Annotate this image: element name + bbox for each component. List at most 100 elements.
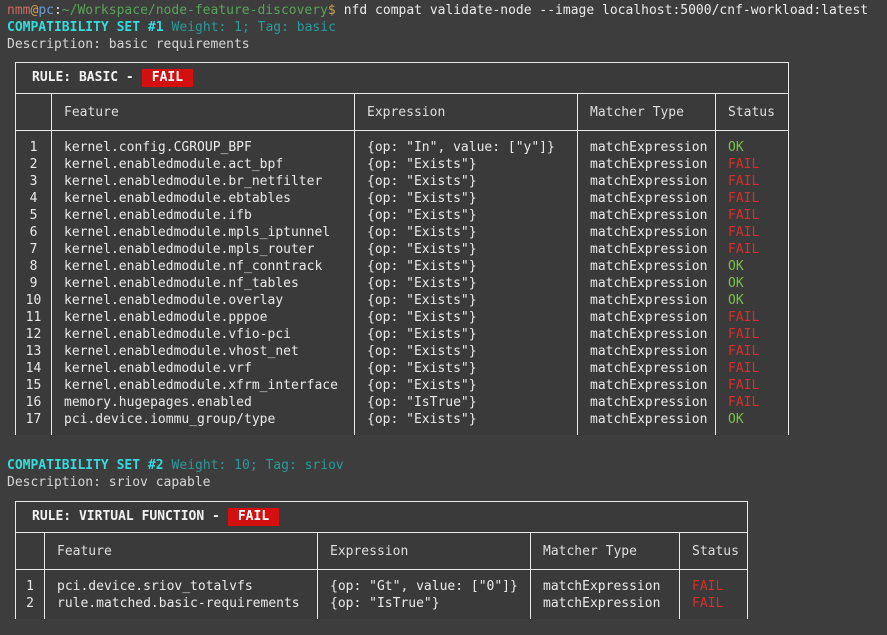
cell-matcher-type: matchExpression xyxy=(578,190,716,207)
row-index: 11 xyxy=(16,309,52,326)
col-header-status: Status xyxy=(716,94,789,131)
cell-matcher-type: matchExpression xyxy=(578,258,716,275)
cell-expression: {op: "Exists"} xyxy=(355,377,578,394)
command-text: nfd compat validate-node --image localho… xyxy=(344,3,868,18)
table-row: 2rule.matched.basic-requirements{op: "Is… xyxy=(16,595,748,619)
cell-feature: kernel.enabledmodule.vfio-pci xyxy=(52,326,355,343)
table-row: 3kernel.enabledmodule.br_netfilter{op: "… xyxy=(16,173,789,190)
terminal[interactable]: nmm@pc:~/Workspace/node-feature-discover… xyxy=(0,0,887,635)
set1-heading: COMPATIBILITY SET #1Weight: 1; Tag: basi… xyxy=(7,19,887,36)
row-index: 1 xyxy=(16,570,45,596)
cell-matcher-type: matchExpression xyxy=(578,309,716,326)
status-badge: OK xyxy=(716,292,789,309)
row-index: 2 xyxy=(16,595,45,619)
cell-expression: {op: "Exists"} xyxy=(355,173,578,190)
table-row: 4kernel.enabledmodule.ebtables{op: "Exis… xyxy=(16,190,789,207)
col-header-status: Status xyxy=(680,533,748,570)
cell-expression: {op: "In", value: ["y"]} xyxy=(355,131,578,157)
row-index: 17 xyxy=(16,411,52,435)
col-header-matcher-type: Matcher Type xyxy=(531,533,680,570)
status-badge: FAIL xyxy=(716,224,789,241)
table-row: 2kernel.enabledmodule.act_bpf{op: "Exist… xyxy=(16,156,789,173)
cell-matcher-type: matchExpression xyxy=(578,131,716,157)
cell-expression: {op: "Exists"} xyxy=(355,241,578,258)
set1-meta: Weight: 1; Tag: basic xyxy=(172,20,336,35)
cell-feature: kernel.enabledmodule.nf_conntrack xyxy=(52,258,355,275)
cell-feature: kernel.enabledmodule.br_netfilter xyxy=(52,173,355,190)
rule-title-row: RULE: VIRTUAL FUNCTION -FAIL xyxy=(16,502,748,533)
status-badge: FAIL xyxy=(716,377,789,394)
row-index: 3 xyxy=(16,173,52,190)
cell-expression: {op: "Exists"} xyxy=(355,224,578,241)
row-index: 16 xyxy=(16,394,52,411)
cell-expression: {op: "IsTrue"} xyxy=(355,394,578,411)
cell-feature: pci.device.sriov_totalvfs xyxy=(45,570,318,596)
cell-feature: rule.matched.basic-requirements xyxy=(45,595,318,619)
table-row: 5kernel.enabledmodule.ifb{op: "Exists"}m… xyxy=(16,207,789,224)
cell-matcher-type: matchExpression xyxy=(578,411,716,435)
rule-label: RULE: BASIC - xyxy=(32,70,134,85)
cell-expression: {op: "Gt", value: ["0"]} xyxy=(318,570,531,596)
rule-table-virtual-function: RULE: VIRTUAL FUNCTION -FAIL Feature Exp… xyxy=(15,501,748,619)
cell-expression: {op: "IsTrue"} xyxy=(318,595,531,619)
col-header-feature: Feature xyxy=(45,533,318,570)
col-header-feature: Feature xyxy=(52,94,355,131)
cell-expression: {op: "Exists"} xyxy=(355,207,578,224)
row-index: 9 xyxy=(16,275,52,292)
status-badge: FAIL xyxy=(716,190,789,207)
status-badge: OK xyxy=(716,258,789,275)
row-index: 8 xyxy=(16,258,52,275)
cell-matcher-type: matchExpression xyxy=(578,224,716,241)
row-index: 10 xyxy=(16,292,52,309)
cell-expression: {op: "Exists"} xyxy=(355,360,578,377)
cell-expression: {op: "Exists"} xyxy=(355,343,578,360)
table-row: 13kernel.enabledmodule.vhost_net{op: "Ex… xyxy=(16,343,789,360)
cell-expression: {op: "Exists"} xyxy=(355,275,578,292)
cell-matcher-type: matchExpression xyxy=(578,394,716,411)
cell-matcher-type: matchExpression xyxy=(531,570,680,596)
cell-expression: {op: "Exists"} xyxy=(355,326,578,343)
cell-matcher-type: matchExpression xyxy=(578,207,716,224)
table-row: 9kernel.enabledmodule.nf_tables{op: "Exi… xyxy=(16,275,789,292)
row-index: 14 xyxy=(16,360,52,377)
table-row: 1kernel.config.CGROUP_BPF{op: "In", valu… xyxy=(16,131,789,157)
table-header-row: Feature Expression Matcher Type Status xyxy=(16,94,789,131)
status-badge: FAIL xyxy=(680,570,748,596)
rule-status-badge: FAIL xyxy=(142,69,193,87)
table-row: 7kernel.enabledmodule.mpls_router{op: "E… xyxy=(16,241,789,258)
row-index: 12 xyxy=(16,326,52,343)
cell-feature: kernel.enabledmodule.xfrm_interface xyxy=(52,377,355,394)
status-badge: OK xyxy=(716,411,789,435)
rule-label: RULE: VIRTUAL FUNCTION - xyxy=(32,509,220,524)
rule-title-cell: RULE: VIRTUAL FUNCTION -FAIL xyxy=(16,502,748,533)
status-badge: OK xyxy=(716,275,789,292)
row-index: 1 xyxy=(16,131,52,157)
set2-description: Description: sriov capable xyxy=(7,474,887,491)
cell-matcher-type: matchExpression xyxy=(578,326,716,343)
cell-matcher-type: matchExpression xyxy=(578,343,716,360)
rule-table-basic: RULE: BASIC - FAIL Feature Expression Mat… xyxy=(15,62,789,435)
status-badge: FAIL xyxy=(680,595,748,619)
table-row: 14kernel.enabledmodule.vrf{op: "Exists"}… xyxy=(16,360,789,377)
cell-feature: kernel.enabledmodule.pppoe xyxy=(52,309,355,326)
cell-matcher-type: matchExpression xyxy=(578,377,716,394)
table-row: 10kernel.enabledmodule.overlay{op: "Exis… xyxy=(16,292,789,309)
set2-title: COMPATIBILITY SET #2 xyxy=(7,458,164,473)
status-badge: FAIL xyxy=(716,309,789,326)
status-badge: FAIL xyxy=(716,326,789,343)
cell-matcher-type: matchExpression xyxy=(578,241,716,258)
status-badge: FAIL xyxy=(716,360,789,377)
set2-meta: Weight: 10; Tag: sriov xyxy=(172,458,344,473)
col-header-index xyxy=(16,94,52,131)
row-index: 7 xyxy=(16,241,52,258)
status-badge: FAIL xyxy=(716,173,789,190)
prompt-path: ~/Workspace/node-feature-discovery xyxy=(62,3,328,18)
cell-expression: {op: "Exists"} xyxy=(355,411,578,435)
cell-feature: pci.device.iommu_group/type xyxy=(52,411,355,435)
rule-title-row: RULE: BASIC - FAIL xyxy=(16,63,789,94)
cell-feature: kernel.enabledmodule.overlay xyxy=(52,292,355,309)
row-index: 6 xyxy=(16,224,52,241)
prompt-separator: : xyxy=(54,3,62,18)
cell-matcher-type: matchExpression xyxy=(578,275,716,292)
status-badge: FAIL xyxy=(716,207,789,224)
